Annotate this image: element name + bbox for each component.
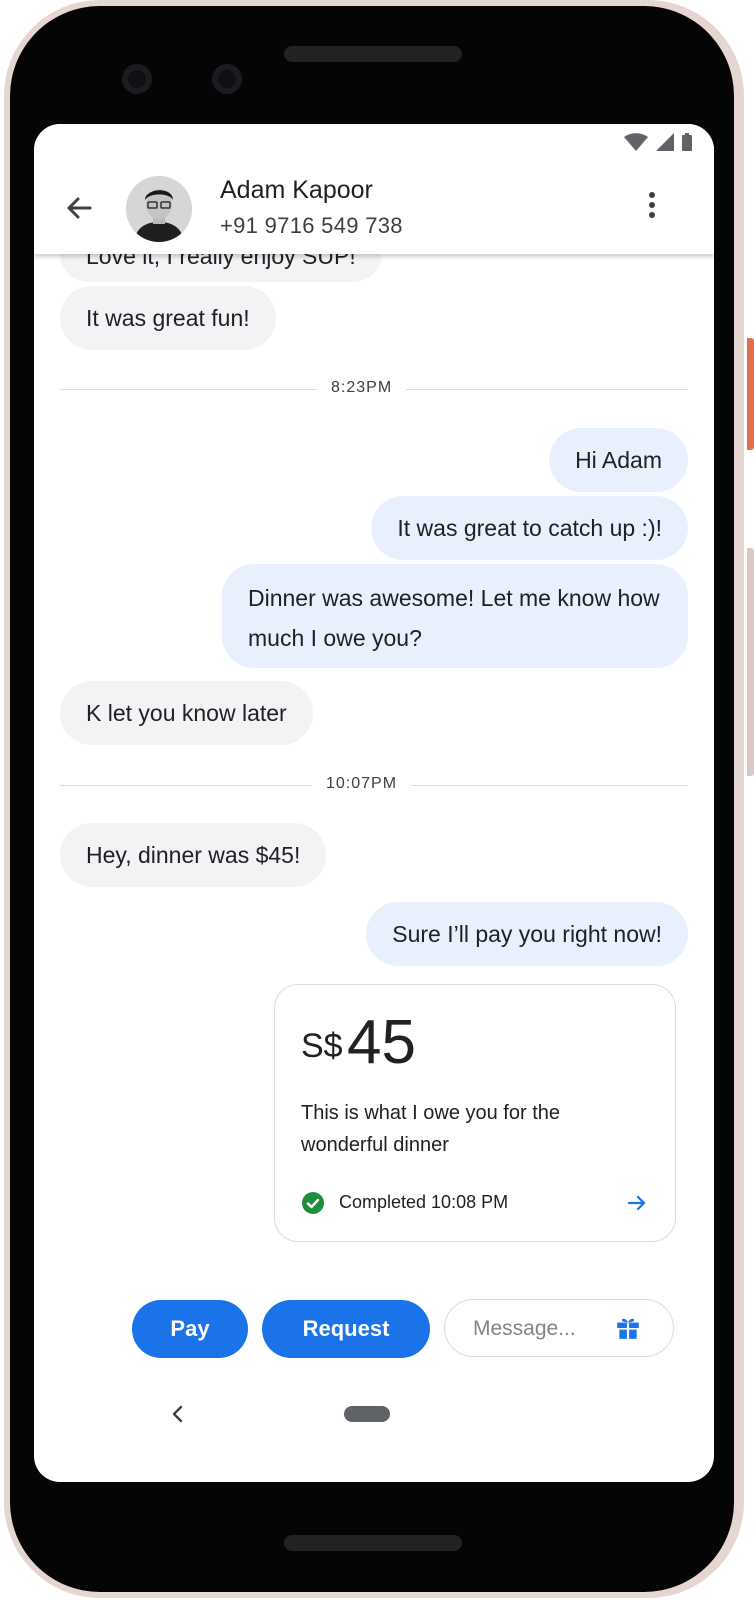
payment-currency: S$ (301, 1027, 343, 1065)
nav-home-button[interactable] (344, 1406, 390, 1422)
contact-photo (126, 176, 192, 242)
bottom-speaker (284, 1535, 462, 1551)
payment-amount: 45 (347, 1008, 416, 1077)
message-outgoing: Sure I’ll pay you right now! (366, 902, 688, 966)
avatar[interactable] (126, 176, 192, 242)
arrow-right-icon[interactable] (625, 1191, 649, 1215)
message-outgoing: It was great to catch up :)! (371, 496, 688, 560)
message-incoming: Hey, dinner was $45! (60, 823, 327, 887)
message-placeholder: Message... (473, 1317, 576, 1340)
gift-icon[interactable] (615, 1315, 641, 1341)
timestamp: 8:23PM (317, 379, 407, 397)
pay-button[interactable]: Pay (132, 1300, 248, 1358)
conversation-header: Adam Kapoor +91 9716 549 738 (34, 124, 714, 254)
signal-icon (656, 133, 674, 151)
front-camera-secondary (212, 64, 242, 94)
wifi-icon (624, 133, 648, 151)
screen: Love it, I really enjoy SUP! It was grea… (34, 124, 714, 1482)
volume-button (747, 548, 754, 776)
check-circle-icon (302, 1192, 324, 1214)
message-input[interactable]: Message... (444, 1299, 674, 1357)
chat-thread: Love it, I really enjoy SUP! It was grea… (34, 124, 714, 1482)
back-arrow-icon[interactable] (62, 190, 98, 226)
timestamp: 10:07PM (312, 775, 412, 793)
payment-note: This is what I owe you for the wonderful… (301, 1102, 561, 1156)
payment-status: Completed 10:08 PM (339, 1192, 509, 1212)
more-options-icon[interactable] (642, 188, 662, 228)
message-incoming: K let you know later (60, 681, 313, 745)
message-outgoing: Hi Adam (549, 428, 688, 492)
message-outgoing: Dinner was awesome! Let me know how much… (222, 564, 688, 668)
contact-phone: +91 9716 549 738 (220, 213, 403, 238)
top-speaker (284, 46, 462, 62)
battery-icon (682, 133, 692, 151)
contact-name: Adam Kapoor (220, 176, 373, 204)
status-bar (624, 132, 692, 152)
payment-card[interactable]: S$ 45 This is what I owe you for the won… (274, 984, 676, 1242)
message-incoming: It was great fun! (60, 286, 276, 350)
power-button (747, 338, 754, 450)
nav-back-icon[interactable] (168, 1402, 188, 1426)
request-button[interactable]: Request (262, 1300, 430, 1358)
front-camera (122, 64, 152, 94)
